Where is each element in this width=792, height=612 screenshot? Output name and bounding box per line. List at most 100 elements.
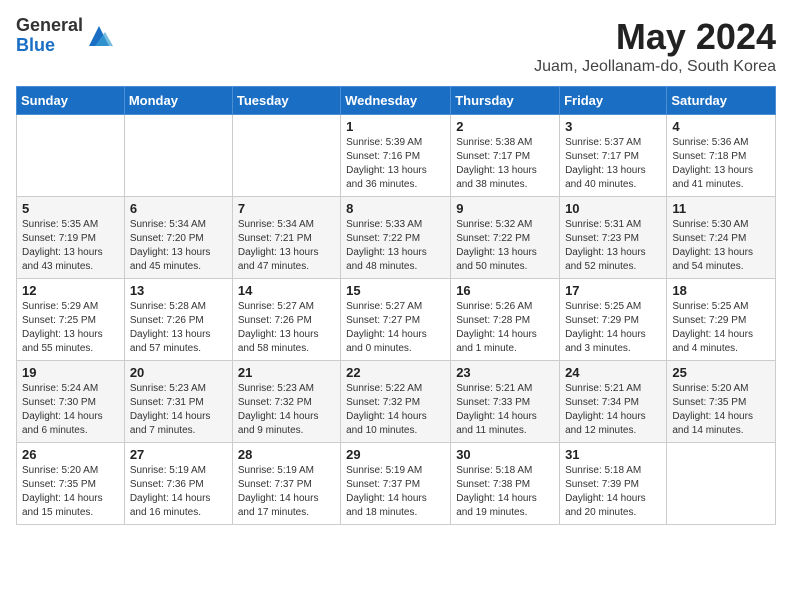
logo: General Blue bbox=[16, 16, 113, 56]
day-info: Sunrise: 5:21 AM Sunset: 7:34 PM Dayligh… bbox=[565, 382, 661, 438]
day-number: 18 bbox=[672, 283, 770, 298]
calendar-week-row: 19 Sunrise: 5:24 AM Sunset: 7:30 PM Dayli… bbox=[17, 361, 776, 443]
calendar-cell: 29Sunrise: 5:19 AM Sunset: 7:37 PM Dayli… bbox=[341, 443, 451, 525]
day-info: Sunrise: 5:28 AM Sunset: 7:26 PM Dayligh… bbox=[130, 300, 227, 356]
day-info: Sunrise: 5:27 AM Sunset: 7:27 PM Dayligh… bbox=[346, 300, 445, 356]
day-number: 7 bbox=[238, 201, 335, 216]
day-number: 24 bbox=[565, 365, 661, 380]
title-area: May 2024 Juam, Jeollanam-do, South Korea bbox=[534, 16, 776, 76]
day-number: 6 bbox=[130, 201, 227, 216]
day-info: Sunrise: 5:32 AM Sunset: 7:22 PM Dayligh… bbox=[456, 218, 554, 274]
day-number: 3 bbox=[565, 119, 661, 134]
calendar-cell: 21 Sunrise: 5:23 AM Sunset: 7:32 PM Dayli… bbox=[232, 361, 340, 443]
page-header: General Blue May 2024 Juam, Jeollanam-do… bbox=[16, 16, 776, 76]
calendar-cell bbox=[124, 115, 232, 197]
day-number: 20 bbox=[130, 365, 227, 380]
calendar-cell: 5Sunrise: 5:35 AM Sunset: 7:19 PM Daylig… bbox=[17, 197, 125, 279]
calendar-cell: 1Sunrise: 5:39 AM Sunset: 7:16 PM Daylig… bbox=[341, 115, 451, 197]
day-number: 19 bbox=[22, 365, 119, 380]
calendar-cell: 8 Sunrise: 5:33 AM Sunset: 7:22 PM Daylig… bbox=[341, 197, 451, 279]
location-subtitle: Juam, Jeollanam-do, South Korea bbox=[534, 58, 776, 76]
day-info: Sunrise: 5:23 AM Sunset: 7:31 PM Dayligh… bbox=[130, 382, 227, 438]
day-number: 29 bbox=[346, 447, 445, 462]
calendar-cell: 19 Sunrise: 5:24 AM Sunset: 7:30 PM Dayli… bbox=[17, 361, 125, 443]
day-info: Sunrise: 5:34 AM Sunset: 7:20 PM Dayligh… bbox=[130, 218, 227, 274]
day-number: 17 bbox=[565, 283, 661, 298]
calendar-cell: 6 Sunrise: 5:34 AM Sunset: 7:20 PM Daylig… bbox=[124, 197, 232, 279]
day-info: Sunrise: 5:20 AM Sunset: 7:35 PM Dayligh… bbox=[672, 382, 770, 438]
calendar-cell: 18 Sunrise: 5:25 AM Sunset: 7:29 PM Dayli… bbox=[667, 279, 776, 361]
day-info: Sunrise: 5:36 AM Sunset: 7:18 PM Dayligh… bbox=[672, 136, 770, 192]
calendar-cell bbox=[667, 443, 776, 525]
day-info: Sunrise: 5:22 AM Sunset: 7:32 PM Dayligh… bbox=[346, 382, 445, 438]
calendar-cell: 16Sunrise: 5:26 AM Sunset: 7:28 PM Dayli… bbox=[451, 279, 560, 361]
day-info: Sunrise: 5:37 AM Sunset: 7:17 PM Dayligh… bbox=[565, 136, 661, 192]
day-info: Sunrise: 5:35 AM Sunset: 7:19 PM Dayligh… bbox=[22, 218, 119, 274]
calendar-cell: 9 Sunrise: 5:32 AM Sunset: 7:22 PM Daylig… bbox=[451, 197, 560, 279]
calendar-cell: 11 Sunrise: 5:30 AM Sunset: 7:24 PM Dayli… bbox=[667, 197, 776, 279]
day-info: Sunrise: 5:27 AM Sunset: 7:26 PM Dayligh… bbox=[238, 300, 335, 356]
logo-icon bbox=[85, 22, 113, 50]
day-info: Sunrise: 5:38 AM Sunset: 7:17 PM Dayligh… bbox=[456, 136, 554, 192]
day-info: Sunrise: 5:33 AM Sunset: 7:22 PM Dayligh… bbox=[346, 218, 445, 274]
day-number: 21 bbox=[238, 365, 335, 380]
calendar-cell: 24 Sunrise: 5:21 AM Sunset: 7:34 PM Dayli… bbox=[560, 361, 667, 443]
calendar-week-row: 5Sunrise: 5:35 AM Sunset: 7:19 PM Daylig… bbox=[17, 197, 776, 279]
day-info: Sunrise: 5:29 AM Sunset: 7:25 PM Dayligh… bbox=[22, 300, 119, 356]
day-info: Sunrise: 5:26 AM Sunset: 7:28 PM Dayligh… bbox=[456, 300, 554, 356]
calendar-cell: 12 Sunrise: 5:29 AM Sunset: 7:25 PM Dayli… bbox=[17, 279, 125, 361]
day-number: 15 bbox=[346, 283, 445, 298]
day-info: Sunrise: 5:21 AM Sunset: 7:33 PM Dayligh… bbox=[456, 382, 554, 438]
day-info: Sunrise: 5:30 AM Sunset: 7:24 PM Dayligh… bbox=[672, 218, 770, 274]
weekday-header-row: SundayMondayTuesdayWednesdayThursdayFrid… bbox=[17, 87, 776, 115]
day-number: 23 bbox=[456, 365, 554, 380]
day-info: Sunrise: 5:31 AM Sunset: 7:23 PM Dayligh… bbox=[565, 218, 661, 274]
day-info: Sunrise: 5:19 AM Sunset: 7:36 PM Dayligh… bbox=[130, 464, 227, 520]
weekday-header-sunday: Sunday bbox=[17, 87, 125, 115]
day-number: 2 bbox=[456, 119, 554, 134]
day-number: 14 bbox=[238, 283, 335, 298]
weekday-header-tuesday: Tuesday bbox=[232, 87, 340, 115]
calendar-cell: 28 Sunrise: 5:19 AM Sunset: 7:37 PM Dayli… bbox=[232, 443, 340, 525]
calendar-cell bbox=[232, 115, 340, 197]
day-info: Sunrise: 5:24 AM Sunset: 7:30 PM Dayligh… bbox=[22, 382, 119, 438]
calendar-cell: 22 Sunrise: 5:22 AM Sunset: 7:32 PM Dayli… bbox=[341, 361, 451, 443]
calendar-cell: 13 Sunrise: 5:28 AM Sunset: 7:26 PM Dayli… bbox=[124, 279, 232, 361]
calendar-week-row: 12 Sunrise: 5:29 AM Sunset: 7:25 PM Dayli… bbox=[17, 279, 776, 361]
weekday-header-wednesday: Wednesday bbox=[341, 87, 451, 115]
calendar-cell: 14 Sunrise: 5:27 AM Sunset: 7:26 PM Dayli… bbox=[232, 279, 340, 361]
day-number: 22 bbox=[346, 365, 445, 380]
calendar-cell bbox=[17, 115, 125, 197]
weekday-header-saturday: Saturday bbox=[667, 87, 776, 115]
calendar-week-row: 1Sunrise: 5:39 AM Sunset: 7:16 PM Daylig… bbox=[17, 115, 776, 197]
calendar-cell: 20 Sunrise: 5:23 AM Sunset: 7:31 PM Dayli… bbox=[124, 361, 232, 443]
calendar-cell: 27 Sunrise: 5:19 AM Sunset: 7:36 PM Dayli… bbox=[124, 443, 232, 525]
calendar-cell: 26Sunrise: 5:20 AM Sunset: 7:35 PM Dayli… bbox=[17, 443, 125, 525]
calendar-cell: 3 Sunrise: 5:37 AM Sunset: 7:17 PM Daylig… bbox=[560, 115, 667, 197]
day-number: 30 bbox=[456, 447, 554, 462]
day-number: 9 bbox=[456, 201, 554, 216]
logo-general-text: General bbox=[16, 16, 83, 36]
day-number: 12 bbox=[22, 283, 119, 298]
day-number: 27 bbox=[130, 447, 227, 462]
day-info: Sunrise: 5:20 AM Sunset: 7:35 PM Dayligh… bbox=[22, 464, 119, 520]
day-number: 25 bbox=[672, 365, 770, 380]
day-number: 11 bbox=[672, 201, 770, 216]
calendar-cell: 2 Sunrise: 5:38 AM Sunset: 7:17 PM Daylig… bbox=[451, 115, 560, 197]
day-number: 13 bbox=[130, 283, 227, 298]
calendar-cell: 17Sunrise: 5:25 AM Sunset: 7:29 PM Dayli… bbox=[560, 279, 667, 361]
day-info: Sunrise: 5:19 AM Sunset: 7:37 PM Dayligh… bbox=[238, 464, 335, 520]
day-info: Sunrise: 5:25 AM Sunset: 7:29 PM Dayligh… bbox=[672, 300, 770, 356]
calendar-cell: 7Sunrise: 5:34 AM Sunset: 7:21 PM Daylig… bbox=[232, 197, 340, 279]
calendar-cell: 4 Sunrise: 5:36 AM Sunset: 7:18 PM Daylig… bbox=[667, 115, 776, 197]
calendar-week-row: 26Sunrise: 5:20 AM Sunset: 7:35 PM Dayli… bbox=[17, 443, 776, 525]
day-number: 8 bbox=[346, 201, 445, 216]
day-info: Sunrise: 5:23 AM Sunset: 7:32 PM Dayligh… bbox=[238, 382, 335, 438]
calendar-cell: 30 Sunrise: 5:18 AM Sunset: 7:38 PM Dayli… bbox=[451, 443, 560, 525]
calendar-cell: 23 Sunrise: 5:21 AM Sunset: 7:33 PM Dayli… bbox=[451, 361, 560, 443]
day-number: 4 bbox=[672, 119, 770, 134]
day-info: Sunrise: 5:18 AM Sunset: 7:39 PM Dayligh… bbox=[565, 464, 661, 520]
day-info: Sunrise: 5:18 AM Sunset: 7:38 PM Dayligh… bbox=[456, 464, 554, 520]
day-info: Sunrise: 5:39 AM Sunset: 7:16 PM Dayligh… bbox=[346, 136, 445, 192]
day-number: 28 bbox=[238, 447, 335, 462]
